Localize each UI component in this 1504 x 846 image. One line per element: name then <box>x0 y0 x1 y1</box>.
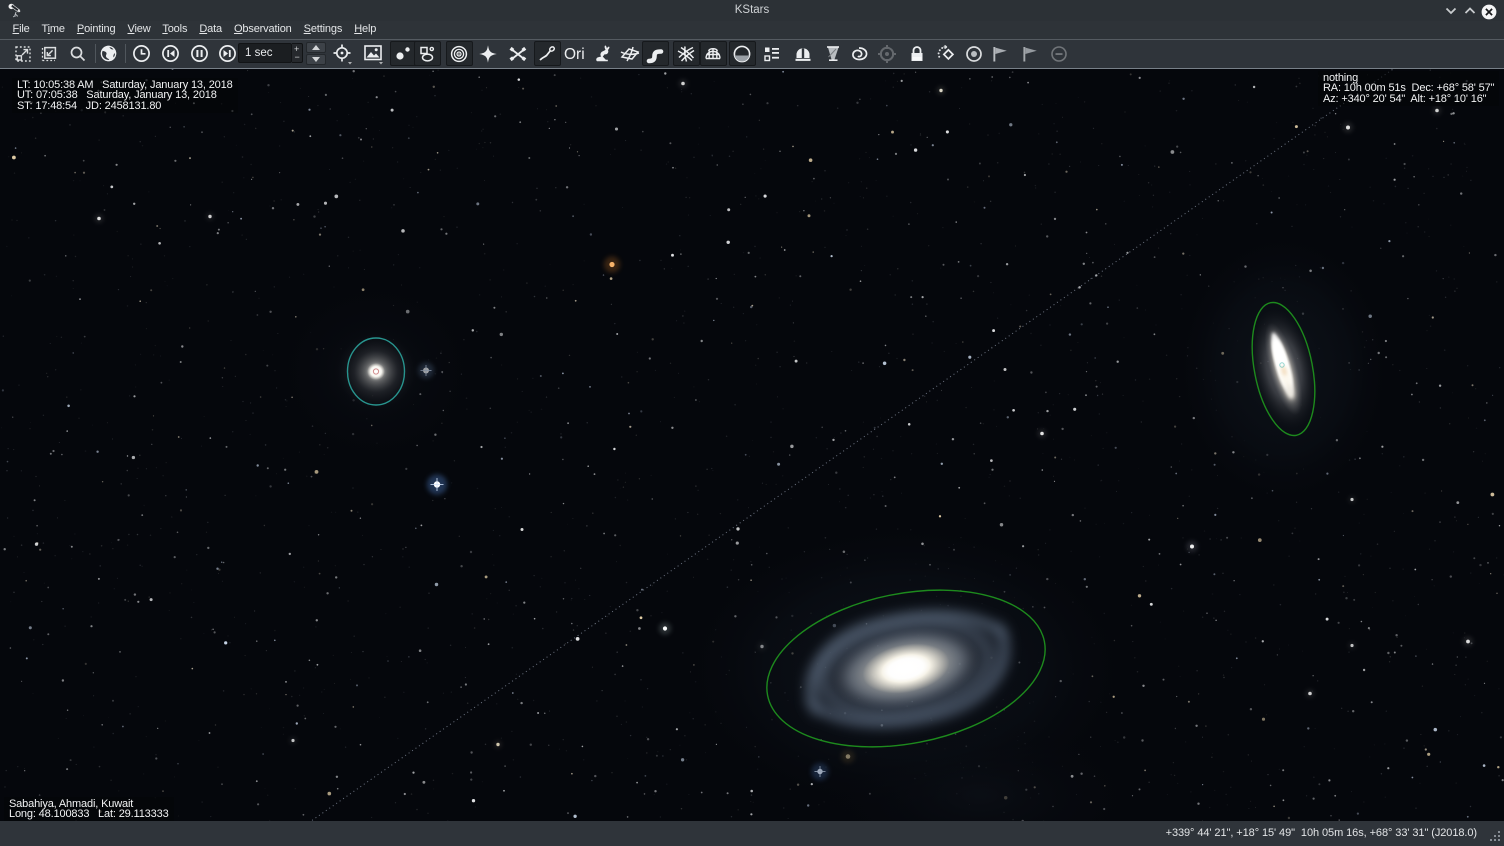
svg-text:Ori: Ori <box>564 46 585 63</box>
